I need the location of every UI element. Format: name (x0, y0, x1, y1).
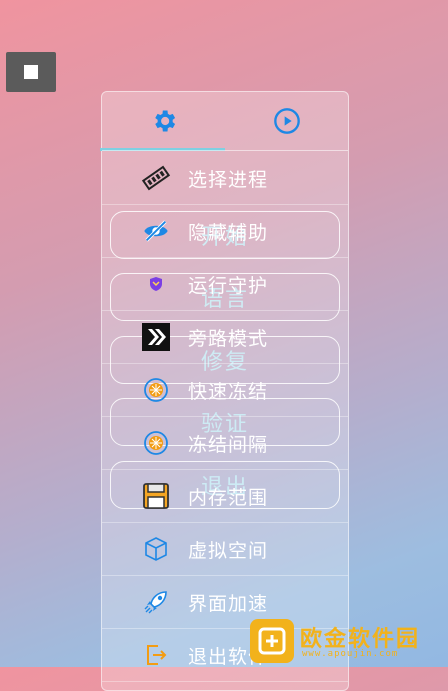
menu-item-run-guard[interactable]: 运行守护 (102, 258, 348, 311)
cube-icon (136, 533, 176, 565)
menu-item-label: 隐藏辅助 (188, 221, 269, 244)
tab-settings[interactable] (102, 92, 225, 150)
rocket-icon (136, 586, 176, 618)
menu-item-hide-assist[interactable]: 隐藏辅助 (102, 205, 348, 258)
bypass-icon (136, 321, 176, 353)
floating-menu-panel: 选择进程 隐藏辅助 运行守护 旁路模式 快速冻结 冻结间隔 内存范围 虚拟空间 … (100, 91, 349, 691)
site-watermark: 欧金软件园 www.apoujin.com (248, 617, 448, 667)
snowflake-icon (136, 427, 176, 459)
menu-item-memory-range[interactable]: 内存范围 (102, 470, 348, 523)
watermark-logo-icon (250, 619, 294, 663)
menu-list: 选择进程 隐藏辅助 运行守护 旁路模式 快速冻结 冻结间隔 内存范围 虚拟空间 … (102, 152, 348, 682)
menu-item-freeze-interval[interactable]: 冻结间隔 (102, 417, 348, 470)
menu-item-select-process[interactable]: 选择进程 (102, 152, 348, 205)
tab-run[interactable] (225, 92, 348, 150)
menu-item-label: 快速冻结 (188, 380, 269, 403)
menu-item-label: 虚拟空间 (188, 539, 269, 562)
menu-item-bypass-mode[interactable]: 旁路模式 (102, 311, 348, 364)
menu-item-label: 运行守护 (188, 274, 269, 297)
exit-icon (136, 639, 176, 671)
menu-item-virtual-space[interactable]: 虚拟空间 (102, 523, 348, 576)
panel-tabs (100, 92, 348, 151)
menu-item-label: 内存范围 (188, 486, 269, 509)
memory-chip-icon (136, 162, 176, 194)
tabs-divider (102, 150, 348, 151)
shield-icon (136, 268, 176, 300)
stop-button[interactable] (6, 52, 56, 92)
stop-icon (24, 65, 38, 79)
snowflake-icon (136, 374, 176, 406)
floppy-disk-icon (136, 480, 176, 512)
menu-item-label: 界面加速 (188, 592, 269, 615)
eye-off-icon (136, 215, 176, 247)
gear-icon (154, 110, 175, 132)
play-circle-icon (273, 108, 300, 134)
menu-item-quick-freeze[interactable]: 快速冻结 (102, 364, 348, 417)
menu-item-label: 旁路模式 (188, 327, 269, 350)
menu-item-label: 冻结间隔 (188, 433, 269, 456)
watermark-url: www.apoujin.com (302, 649, 399, 659)
menu-item-label: 选择进程 (188, 168, 269, 191)
